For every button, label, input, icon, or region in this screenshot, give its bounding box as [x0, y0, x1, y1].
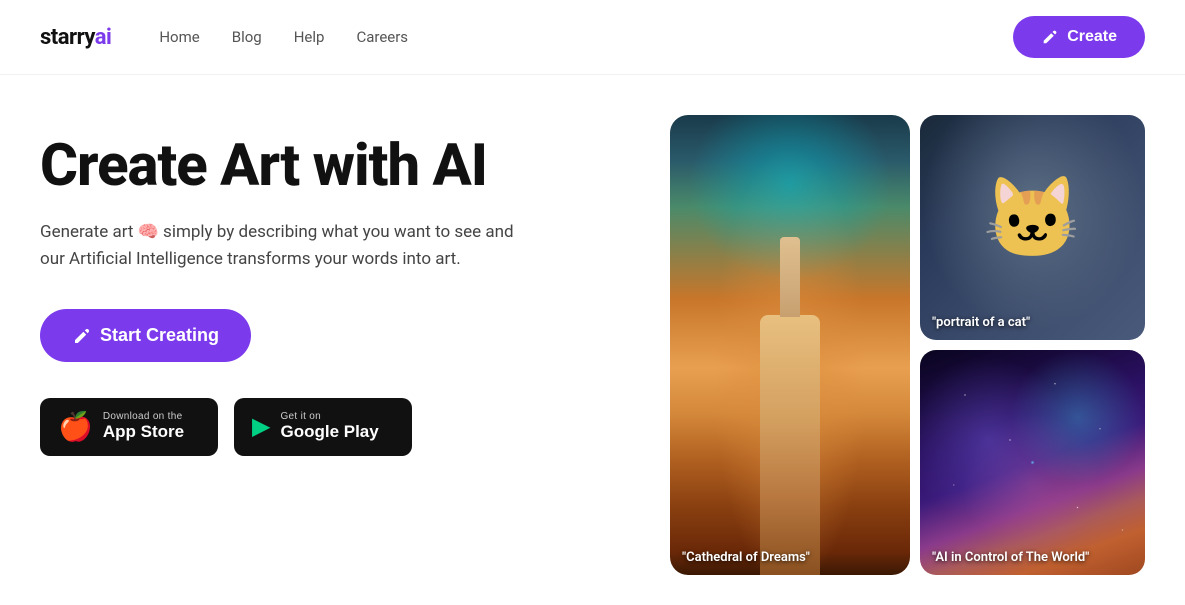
nav-item-home[interactable]: Home [159, 28, 199, 46]
appstore-button[interactable]: 🍎 Download on the App Store [40, 398, 218, 456]
googleplay-line1: Get it on [280, 411, 378, 422]
nav-item-help[interactable]: Help [294, 28, 325, 46]
googleplay-text: Get it on Google Play [280, 411, 378, 442]
tower-top [780, 237, 800, 317]
art-label-space: "AI in Control of The World" [932, 550, 1133, 565]
art-card-space[interactable]: "AI in Control of The World" [920, 350, 1145, 575]
stars-overlay [920, 350, 1145, 575]
google-play-icon: ▶ [252, 415, 270, 439]
header-create-button[interactable]: Create [1013, 16, 1145, 58]
start-creating-button[interactable]: Start Creating [40, 309, 251, 362]
site-logo[interactable]: starryai [40, 25, 111, 50]
pencil-icon-cta [72, 326, 92, 346]
appstore-line2: App Store [103, 422, 184, 442]
store-buttons-container: 🍎 Download on the App Store ▶ Get it on … [40, 398, 600, 456]
hero-title: Create Art with AI [40, 135, 600, 199]
logo-text-ai: ai [95, 25, 112, 50]
hero-subtitle: Generate art 🧠 simply by describing what… [40, 219, 520, 273]
main-nav: Home Blog Help Careers [159, 28, 1013, 46]
logo-text-starry: starry [40, 25, 95, 50]
art-card-cathedral[interactable]: "Cathedral of Dreams" [670, 115, 910, 575]
nav-item-careers[interactable]: Careers [356, 28, 408, 46]
art-label-cat: "portrait of a cat" [932, 315, 1133, 330]
hero-section: Create Art with AI Generate art 🧠 simply… [40, 115, 600, 456]
site-header: starryai Home Blog Help Careers Create [0, 0, 1185, 75]
art-grid: "Cathedral of Dreams" "portrait of a cat… [670, 115, 1145, 575]
appstore-text: Download on the App Store [103, 411, 184, 442]
main-content: Create Art with AI Generate art 🧠 simply… [0, 75, 1185, 605]
art-label-cathedral: "Cathedral of Dreams" [682, 550, 898, 565]
art-card-cat[interactable]: "portrait of a cat" [920, 115, 1145, 340]
googleplay-line2: Google Play [280, 422, 378, 442]
appstore-line1: Download on the [103, 411, 184, 422]
apple-icon: 🍎 [58, 413, 93, 441]
nav-item-blog[interactable]: Blog [232, 28, 262, 46]
tower-shape [760, 315, 820, 575]
pencil-icon [1041, 28, 1059, 46]
googleplay-button[interactable]: ▶ Get it on Google Play [234, 398, 412, 456]
cathedral-detail [670, 115, 910, 575]
start-creating-label: Start Creating [100, 325, 219, 346]
create-button-label: Create [1067, 28, 1117, 46]
